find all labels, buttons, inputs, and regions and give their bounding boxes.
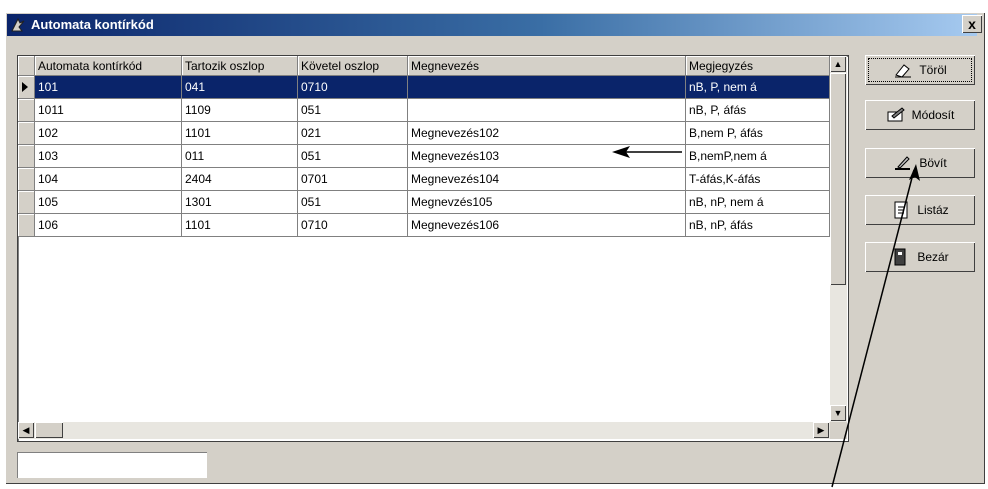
column-header[interactable]: Megjegyzés — [686, 56, 830, 76]
table-cell[interactable] — [408, 76, 686, 99]
table-row[interactable]: 102 1101 021 Megnevezés102 B,nem P, áfás — [18, 122, 830, 145]
list-button-label: Listáz — [917, 203, 949, 217]
modify-button-label: Módosít — [911, 108, 955, 122]
table-cell[interactable]: 0710 — [298, 214, 408, 237]
table-cell[interactable]: nB, nP, áfás — [686, 214, 830, 237]
table-row[interactable]: 1011 1109 051 nB, P, áfás — [18, 99, 830, 122]
column-header[interactable]: Tartozik oszlop — [182, 56, 298, 76]
table-cell[interactable]: 2404 — [182, 168, 298, 191]
table-cell[interactable]: 051 — [298, 145, 408, 168]
delete-button-label: Töröl — [919, 63, 947, 77]
scroll-corner — [830, 422, 847, 439]
table-row[interactable]: 106 1101 0710 Megnevezés106 nB, nP, áfás — [18, 214, 830, 237]
table-cell[interactable]: 1101 — [182, 122, 298, 145]
delete-button[interactable]: Töröl — [865, 55, 975, 85]
table-cell[interactable]: 1109 — [182, 99, 298, 122]
table-cell[interactable]: B,nem P, áfás — [686, 122, 830, 145]
table-cell[interactable]: Megnevezés106 — [408, 214, 686, 237]
row-pointer-icon — [22, 82, 28, 92]
row-indicator[interactable] — [18, 122, 35, 145]
column-header[interactable]: Automata kontírkód — [35, 56, 182, 76]
table-cell[interactable]: 1011 — [35, 99, 182, 122]
table-cell[interactable]: Megnevzés105 — [408, 191, 686, 214]
edit-icon — [887, 107, 905, 122]
exit-icon — [894, 248, 906, 266]
scroll-left-icon[interactable]: ◀ — [18, 422, 34, 438]
title-bar: Automata kontírkód — [7, 14, 977, 36]
close-icon[interactable]: x — [962, 15, 982, 33]
table-cell[interactable]: 0710 — [298, 76, 408, 99]
table-row[interactable]: 105 1301 051 Megnevzés105 nB, nP, nem á — [18, 191, 830, 214]
horizontal-scroll-thumb[interactable] — [35, 422, 63, 438]
table-cell[interactable]: T-áfás,K-áfás — [686, 168, 830, 191]
table-row[interactable]: 101 041 0710 nB, P, nem á — [18, 76, 830, 99]
add-button-label: Bövít — [919, 156, 947, 170]
table-cell[interactable]: 1101 — [182, 214, 298, 237]
table-cell[interactable]: Megnevezés103 — [408, 145, 686, 168]
table-cell[interactable]: 104 — [35, 168, 182, 191]
data-grid[interactable]: Automata kontírkód Tartozik oszlop Követ… — [17, 55, 849, 442]
table-cell[interactable]: 021 — [298, 122, 408, 145]
scroll-right-icon[interactable]: ▶ — [813, 422, 829, 438]
column-header[interactable]: Megnevezés — [408, 56, 686, 76]
list-icon — [894, 201, 908, 219]
status-field[interactable] — [17, 452, 207, 478]
table-cell[interactable]: B,nemP,nem á — [686, 145, 830, 168]
list-button[interactable]: Listáz — [865, 195, 975, 225]
column-header[interactable]: Követel oszlop — [298, 56, 408, 76]
table-cell[interactable]: nB, P, nem á — [686, 76, 830, 99]
row-indicator[interactable] — [18, 145, 35, 168]
header-indicator — [18, 56, 35, 76]
row-indicator[interactable] — [18, 99, 35, 122]
row-indicator[interactable] — [18, 214, 35, 237]
add-icon — [895, 156, 911, 170]
grid-header: Automata kontírkód Tartozik oszlop Követ… — [18, 56, 830, 76]
table-cell[interactable]: nB, P, áfás — [686, 99, 830, 122]
close-button[interactable]: Bezár — [865, 242, 975, 272]
table-cell[interactable]: Megnevezés104 — [408, 168, 686, 191]
row-indicator[interactable] — [18, 168, 35, 191]
table-cell[interactable]: 051 — [298, 191, 408, 214]
table-cell[interactable]: 103 — [35, 145, 182, 168]
vertical-scroll-thumb[interactable] — [830, 73, 846, 285]
table-row[interactable]: 103 011 051 Megnevezés103 B,nemP,nem á — [18, 145, 830, 168]
table-cell[interactable]: 102 — [35, 122, 182, 145]
app-icon — [11, 17, 25, 32]
row-indicator[interactable] — [18, 76, 35, 99]
table-cell[interactable]: 011 — [182, 145, 298, 168]
close-button-label: Bezár — [917, 250, 949, 264]
horizontal-scrollbar[interactable]: ◀ ▶ — [18, 422, 830, 439]
scroll-down-icon[interactable]: ▼ — [830, 405, 846, 421]
table-cell[interactable]: 1301 — [182, 191, 298, 214]
table-cell[interactable]: 041 — [182, 76, 298, 99]
table-cell[interactable]: Megnevezés102 — [408, 122, 686, 145]
row-indicator[interactable] — [18, 191, 35, 214]
vertical-scrollbar[interactable]: ▲ ▼ — [830, 56, 847, 422]
modify-button[interactable]: Módosít — [865, 100, 975, 130]
table-cell[interactable] — [408, 99, 686, 122]
window-title: Automata kontírkód — [31, 17, 154, 32]
table-cell[interactable]: 0701 — [298, 168, 408, 191]
grid-rows: 101 041 0710 nB, P, nem á 1011 1109 051 … — [18, 76, 830, 237]
table-cell[interactable]: 051 — [298, 99, 408, 122]
eraser-icon — [895, 64, 912, 78]
table-cell[interactable]: nB, nP, nem á — [686, 191, 830, 214]
table-row[interactable]: 104 2404 0701 Megnevezés104 T-áfás,K-áfá… — [18, 168, 830, 191]
scroll-up-icon[interactable]: ▲ — [830, 56, 846, 72]
table-cell[interactable]: 106 — [35, 214, 182, 237]
table-cell[interactable]: 101 — [35, 76, 182, 99]
table-cell[interactable]: 105 — [35, 191, 182, 214]
add-button[interactable]: Bövít — [865, 148, 975, 178]
